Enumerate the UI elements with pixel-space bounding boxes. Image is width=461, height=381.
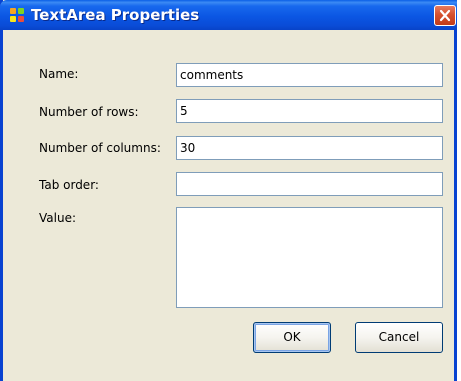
rows-label: Number of rows: [39,105,139,119]
tab-order-label: Tab order: [39,178,99,192]
tab-order-field[interactable] [176,172,443,196]
title-bar[interactable]: TextArea Properties [0,0,457,30]
name-field[interactable]: comments [176,63,443,87]
textarea-properties-dialog: TextArea Properties Name: comments Numbe… [0,0,457,381]
app-icon [10,8,24,22]
close-button[interactable] [434,5,456,26]
name-label: Name: [39,67,79,81]
columns-label: Number of columns: [39,141,161,155]
columns-field[interactable]: 30 [176,136,443,160]
value-textarea[interactable] [176,207,443,308]
rows-field[interactable]: 5 [176,99,443,123]
cancel-button[interactable]: Cancel [355,322,443,353]
ok-button[interactable]: OK [253,322,331,353]
value-label: Value: [39,211,76,225]
window-title: TextArea Properties [31,6,200,24]
close-icon [439,9,451,22]
